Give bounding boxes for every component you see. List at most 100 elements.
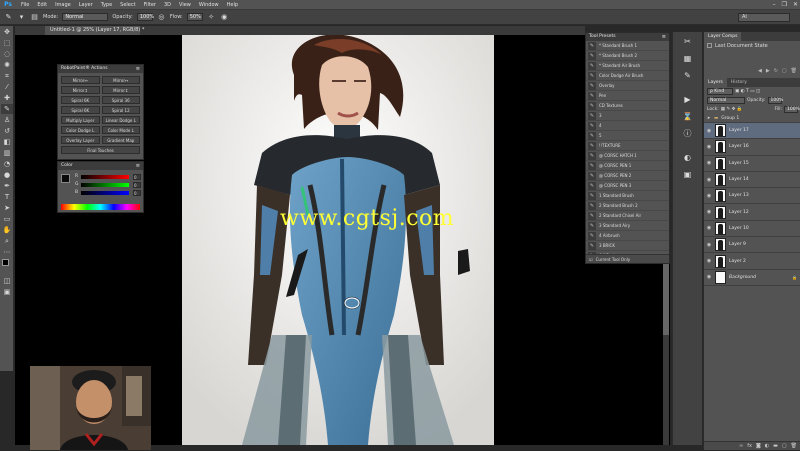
add-mask-icon[interactable]: ◙ bbox=[756, 442, 761, 450]
mirror-vertical-button-2[interactable]: Mirror↕ bbox=[101, 86, 140, 94]
panel-menu-icon[interactable]: ≡ bbox=[136, 65, 140, 73]
dodge-tool-icon[interactable]: ● bbox=[1, 170, 13, 180]
crop-tool-icon[interactable]: ⌗ bbox=[1, 71, 13, 81]
menu-window[interactable]: Window bbox=[195, 0, 223, 10]
visibility-eye-icon[interactable]: ◉ bbox=[704, 225, 714, 231]
pressure-opacity-icon[interactable]: ◎ bbox=[157, 13, 166, 22]
preset-item[interactable]: ✎ * Standard Air Brush bbox=[586, 61, 669, 71]
menu-select[interactable]: Select bbox=[116, 0, 139, 10]
menu-image[interactable]: Image bbox=[51, 0, 75, 10]
move-tool-icon[interactable]: ✥ bbox=[1, 27, 13, 37]
airbrush-icon[interactable]: ✧ bbox=[207, 13, 216, 22]
tool-presets-menu-icon[interactable]: ≡ bbox=[662, 33, 666, 41]
eraser-tool-icon[interactable]: ◧ bbox=[1, 137, 13, 147]
hand-tool-icon[interactable]: ✋ bbox=[1, 225, 13, 235]
actions-play-icon[interactable]: ▶ bbox=[681, 93, 695, 107]
delete-layer-icon[interactable]: 🗑 bbox=[791, 442, 797, 450]
color-fg-swatch[interactable] bbox=[61, 174, 70, 183]
layer-opacity-field[interactable]: 100% bbox=[767, 97, 783, 104]
preset-item[interactable]: ✎ 4 Airbrush bbox=[586, 231, 669, 241]
layer-row[interactable]: ◉ Background 🔒 bbox=[704, 270, 800, 286]
spiral-button-4[interactable]: Spiral 12 bbox=[101, 106, 140, 114]
more-tools-icon[interactable]: ⋯ bbox=[1, 247, 13, 257]
restore-button[interactable]: ❐ bbox=[782, 0, 787, 10]
info-icon[interactable]: ⓘ bbox=[681, 127, 695, 141]
brush-panel-icon[interactable]: ✎ bbox=[681, 69, 695, 83]
flow-field[interactable]: 50% bbox=[186, 13, 203, 21]
menu-filter[interactable]: Filter bbox=[140, 0, 160, 10]
menu-type[interactable]: Type bbox=[97, 0, 116, 10]
zoom-tool-icon[interactable]: ⌕ bbox=[1, 236, 13, 246]
lasso-tool-icon[interactable]: ◌ bbox=[1, 49, 13, 59]
blur-tool-icon[interactable]: ◔ bbox=[1, 159, 13, 169]
preset-item[interactable]: ✎ 3 BRICK bbox=[586, 241, 669, 251]
styles-icon[interactable]: ▣ bbox=[681, 168, 695, 182]
preset-item[interactable]: ✎ 4 bbox=[586, 121, 669, 131]
adjustment-layer-icon[interactable]: ◐ bbox=[765, 442, 769, 450]
color-swatches[interactable] bbox=[0, 259, 13, 275]
spiral-button-3[interactable]: Spiral 6K bbox=[61, 106, 100, 114]
new-comp-icon[interactable]: ▢ bbox=[782, 68, 787, 74]
delete-comp-icon[interactable]: 🗑 bbox=[791, 68, 797, 74]
preset-item[interactable]: ✎ 5 bbox=[586, 131, 669, 141]
gradient-map-button[interactable]: Gradient Map bbox=[101, 136, 140, 144]
visibility-eye-icon[interactable]: ◉ bbox=[704, 160, 714, 166]
history-icon[interactable]: ⌛ bbox=[681, 110, 695, 124]
preset-item[interactable]: ✎ * Standard Brush 2 bbox=[586, 51, 669, 61]
menu-edit[interactable]: Edit bbox=[33, 0, 51, 10]
red-slider[interactable] bbox=[81, 175, 129, 179]
multiply-layer-button[interactable]: Multiply Layer bbox=[61, 116, 100, 124]
layer-style-icon[interactable]: fx bbox=[747, 442, 752, 450]
color-panel-menu-icon[interactable]: ≡ bbox=[136, 162, 140, 170]
blue-value-field[interactable]: 0 bbox=[133, 190, 141, 196]
visibility-eye-icon[interactable]: ◉ bbox=[704, 193, 714, 199]
red-value-field[interactable]: 0 bbox=[133, 174, 141, 180]
adjustments-icon[interactable]: ◐ bbox=[681, 151, 695, 165]
screen-mode-icon[interactable]: ▣ bbox=[1, 287, 13, 297]
menu-layer[interactable]: Layer bbox=[75, 0, 97, 10]
visibility-eye-icon[interactable]: ◉ bbox=[704, 258, 714, 264]
blend-mode-select[interactable]: Normal bbox=[707, 97, 745, 104]
next-comp-icon[interactable]: ▶ bbox=[766, 68, 770, 74]
brush-panel-toggle-icon[interactable]: ▤ bbox=[30, 13, 39, 22]
pressure-size-icon[interactable]: ◉ bbox=[220, 13, 229, 22]
layer-row[interactable]: ◉ Layer 16 bbox=[704, 139, 800, 156]
brush-tool-preset-icon[interactable]: ✎ bbox=[4, 13, 13, 22]
eyedropper-tool-icon[interactable]: ⁄ bbox=[1, 82, 13, 92]
filter-icons[interactable]: ▣ ◐ T ▭ ◫ bbox=[735, 89, 760, 94]
pen-tool-icon[interactable]: ✒ bbox=[1, 181, 13, 191]
minimize-button[interactable]: – bbox=[773, 0, 776, 10]
healing-tool-icon[interactable]: ✚ bbox=[1, 93, 13, 103]
tool-presets-toggle-icon[interactable]: ✂ bbox=[681, 35, 695, 49]
prev-comp-icon[interactable]: ◀ bbox=[758, 68, 762, 74]
layer-row[interactable]: ◉ Layer 12 bbox=[704, 204, 800, 221]
fill-field[interactable]: 100% bbox=[784, 106, 800, 113]
preset-item[interactable]: ✎ @ CORSC PEN 1 bbox=[586, 161, 669, 171]
group-expand-icon[interactable]: ▸ bbox=[704, 115, 714, 121]
layer-row[interactable]: ◉ Layer 13 bbox=[704, 188, 800, 205]
color-mode-layer-button[interactable]: Color Mode L bbox=[101, 126, 140, 134]
mirror-horizontal-button-2[interactable]: Mirror↔ bbox=[101, 76, 140, 84]
marquee-tool-icon[interactable]: ⬚ bbox=[1, 38, 13, 48]
gradient-tool-icon[interactable]: ▥ bbox=[1, 148, 13, 158]
stamp-tool-icon[interactable]: ♙ bbox=[1, 115, 13, 125]
workspace-select[interactable]: AI bbox=[738, 13, 790, 22]
linear-dodge-layer-button[interactable]: Linear Dodge L bbox=[101, 116, 140, 124]
menu-help[interactable]: Help bbox=[223, 0, 242, 10]
layer-row[interactable]: ◉ Layer 17 bbox=[704, 123, 800, 140]
group-row[interactable]: ▸ ▬ Group 1 bbox=[704, 114, 800, 123]
preset-item[interactable]: ✎ @ CORSC PEN 2 bbox=[586, 171, 669, 181]
new-group-icon[interactable]: ▬ bbox=[773, 442, 778, 450]
opacity-field[interactable]: 100% bbox=[136, 13, 154, 21]
preset-item[interactable]: ✎ @ CORSC HATCH 1 bbox=[586, 151, 669, 161]
preset-item[interactable]: ✎ @ CORSC PEN 3 bbox=[586, 181, 669, 191]
visibility-eye-icon[interactable]: ◉ bbox=[704, 242, 714, 248]
mirror-horizontal-button-1[interactable]: Mirror↔ bbox=[61, 76, 100, 84]
preset-item[interactable]: ✎ 1 Standard Brush bbox=[586, 191, 669, 201]
preset-item[interactable]: ✎ !!TEXTURE bbox=[586, 141, 669, 151]
current-tool-only-checkbox[interactable]: ☑ bbox=[589, 257, 593, 262]
quick-select-tool-icon[interactable]: ✺ bbox=[1, 60, 13, 70]
visibility-eye-icon[interactable]: ◉ bbox=[704, 274, 714, 280]
overlay-layer-button[interactable]: Overlay Layer bbox=[61, 136, 100, 144]
layer-comp-row[interactable]: Last Document State bbox=[704, 41, 800, 50]
